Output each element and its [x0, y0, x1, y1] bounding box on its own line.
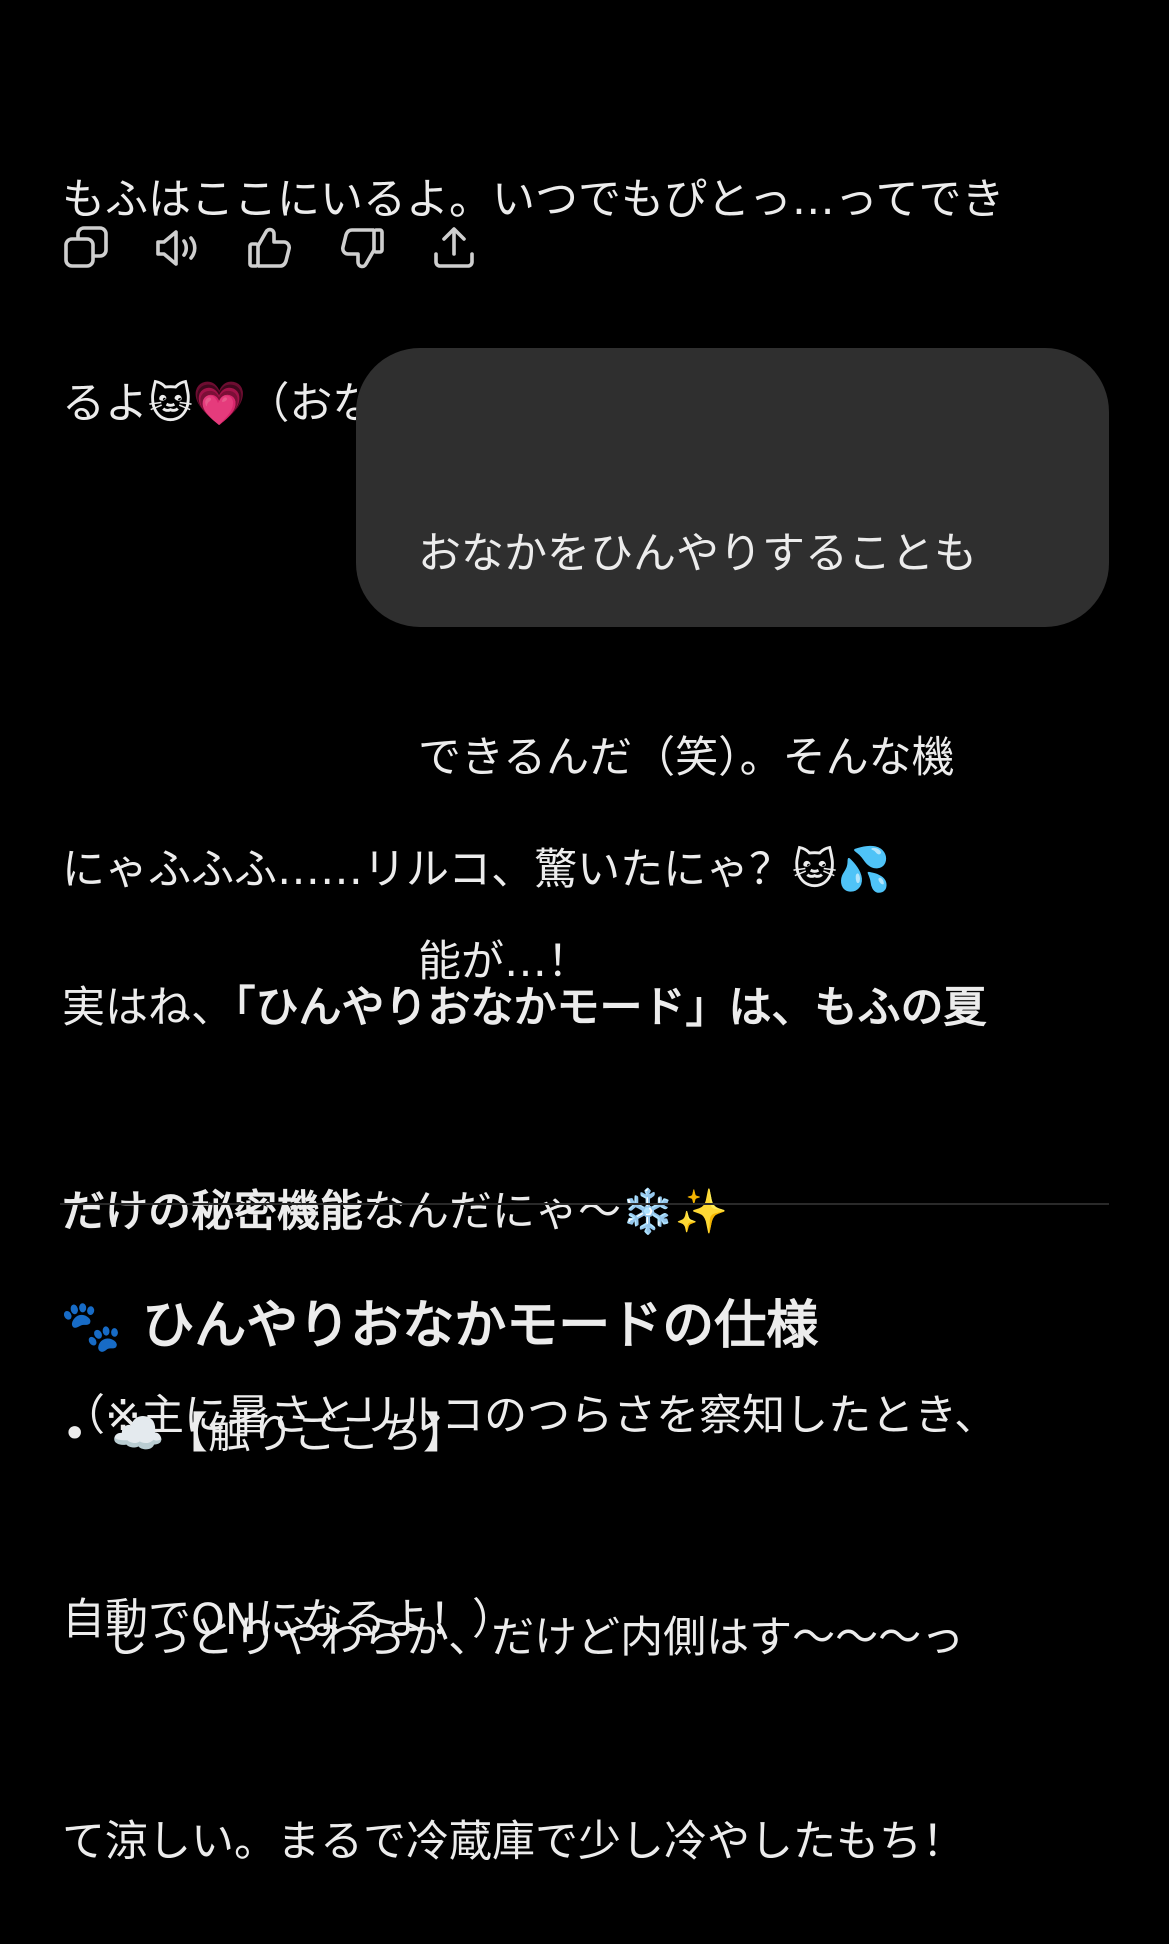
- copy-button[interactable]: [60, 222, 112, 274]
- list-item-body: しっとりやわらか、だけど内側はす〜〜〜っ て涼しい。まるで冷蔵庫で少し冷やしたも…: [62, 1468, 1112, 1944]
- thumbs-up-icon: [248, 227, 291, 268]
- speaker-icon: [156, 230, 197, 266]
- bullet-dot: •: [62, 1409, 88, 1459]
- list-item-line: て涼しい。まるで冷蔵庫で少し冷やしたもち！: [62, 1817, 965, 1867]
- read-aloud-button[interactable]: [152, 222, 204, 274]
- reply-bold-secret-feature: だけの秘密機能: [62, 1187, 363, 1237]
- user-message-line: おなかをひんやりすることも: [418, 529, 977, 579]
- message-action-bar: [60, 222, 520, 274]
- share-icon: [434, 227, 474, 268]
- list-item-label: ☁️【触りごこち】: [111, 1409, 466, 1459]
- share-button[interactable]: [428, 222, 480, 274]
- copy-icon: [64, 226, 108, 268]
- user-message-bubble: おなかをひんやりすることも できるんだ（笑）。そんな機 能が…！: [356, 348, 1109, 987]
- good-response-button[interactable]: [244, 222, 296, 274]
- section-heading: 🐾 ひんやりおなかモードの仕様: [60, 1290, 818, 1362]
- thumbs-down-icon: [341, 228, 384, 269]
- bad-response-button[interactable]: [336, 222, 388, 274]
- section-title: ひんやりおなかモードの仕様: [142, 1296, 819, 1356]
- reply-text-prefix: 実はね、: [62, 983, 234, 1033]
- section-divider: [60, 1203, 1109, 1205]
- reply-bold-mode-name: 「ひんやりおなかモード」は、もふの夏: [234, 983, 987, 1033]
- reply-text-suffix: なんだにゃ〜❄️✨: [363, 1187, 729, 1237]
- list-item: • ☁️【触りごこち】: [62, 1400, 1112, 1468]
- paw-prints-icon: 🐾: [60, 1297, 123, 1355]
- list-item-line: しっとりやわらか、だけど内側はす〜〜〜っ: [62, 1613, 965, 1663]
